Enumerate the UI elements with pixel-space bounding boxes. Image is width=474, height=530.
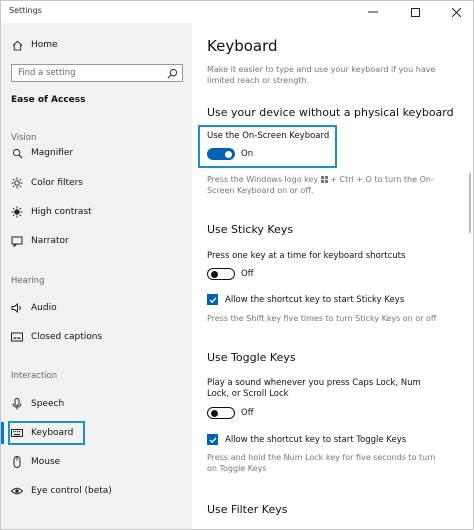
sidebar-item-label: Home	[31, 40, 58, 50]
page-intro: Make it easier to type and use your keyb…	[207, 65, 436, 85]
sidebar-item-label: Magnifier	[31, 148, 74, 158]
osk-desc-pre: Press the Windows logo key	[207, 175, 319, 184]
sidebar-item-closed-captions[interactable]: Closed captions	[1, 327, 192, 347]
settings-window: Settings Home Find a setting Ease of Acc…	[0, 0, 474, 530]
toggle-state: Off	[241, 408, 254, 418]
sidebar-item-label: Closed captions	[31, 332, 103, 342]
sticky-desc: Press the Shift key five times to turn S…	[207, 314, 437, 323]
high-contrast-icon	[11, 206, 23, 218]
toggle-keys-heading: Use Toggle Keys	[207, 351, 296, 364]
osk-shortcut-desc: Press the Windows logo key + Ctrl + O to…	[207, 175, 443, 196]
toggle-state: Off	[241, 269, 254, 279]
close-button[interactable]	[442, 2, 470, 22]
sidebar-item-color-filters[interactable]: Color filters	[1, 173, 192, 193]
toggle-keys-desc: Press and hold the Num Lock key for five…	[207, 453, 436, 473]
sticky-shortcut-checkbox[interactable]: Allow the shortcut key to start Sticky K…	[207, 294, 404, 305]
maximize-icon	[410, 7, 420, 17]
checkbox-label: Allow the shortcut key to start Sticky K…	[225, 294, 405, 305]
sidebar: Home Find a setting Ease of Access Visio…	[1, 23, 192, 529]
sidebar-item-label: High contrast	[31, 207, 92, 217]
toggle-knob	[210, 270, 218, 278]
title-bar: Settings	[1, 1, 473, 23]
narrator-icon	[11, 235, 23, 247]
toggle-keys-label: Play a sound whenever you press Caps Loc…	[207, 378, 421, 399]
osk-heading: Use your device without a physical keybo…	[207, 106, 454, 119]
magnifier-icon	[11, 147, 23, 159]
checkmark-icon	[209, 436, 216, 443]
sidebar-item-label: Keyboard	[31, 428, 74, 438]
speech-icon	[11, 398, 23, 410]
minimize-button[interactable]	[359, 2, 387, 22]
sticky-toggle[interactable]: Off	[207, 268, 254, 280]
checkmark-icon	[209, 296, 216, 303]
maximize-button[interactable]	[401, 2, 429, 22]
filter-keys-heading: Use Filter Keys	[207, 503, 288, 516]
toggle-keys-toggle[interactable]: Off	[207, 407, 254, 419]
scrollbar[interactable]	[469, 173, 471, 233]
sidebar-item-narrator[interactable]: Narrator	[1, 231, 192, 251]
mouse-icon	[11, 456, 23, 468]
eye-control-icon	[11, 485, 23, 497]
section-label-vision: Vision	[11, 133, 37, 143]
sidebar-item-label: Narrator	[31, 236, 69, 246]
sidebar-item-label: Color filters	[31, 178, 83, 188]
keyboard-icon	[11, 427, 23, 439]
search-placeholder: Find a setting	[18, 68, 76, 78]
sidebar-item-label: Mouse	[31, 457, 61, 467]
sidebar-item-keyboard[interactable]: Keyboard	[1, 423, 192, 443]
osk-label: Use the On-Screen Keyboard	[207, 131, 330, 141]
section-label-interaction: Interaction	[11, 371, 58, 381]
sidebar-item-high-contrast[interactable]: High contrast	[1, 202, 192, 222]
toggle-switch[interactable]	[207, 407, 235, 419]
osk-toggle[interactable]: On	[207, 148, 253, 160]
sidebar-item-audio[interactable]: Audio	[1, 298, 192, 318]
closed-captions-icon	[11, 331, 23, 343]
sidebar-item-label: Eye control (beta)	[31, 486, 112, 496]
sidebar-item-speech[interactable]: Speech	[1, 394, 192, 414]
checkbox-label: Allow the shortcut key to start Toggle K…	[225, 434, 407, 445]
section-label-hearing: Hearing	[11, 276, 45, 286]
window-title: Settings	[9, 6, 42, 15]
sidebar-item-home[interactable]: Home	[1, 35, 192, 55]
main-content: Keyboard Make it easier to type and use …	[192, 23, 473, 529]
checkbox[interactable]	[207, 294, 218, 305]
windows-logo-icon	[320, 176, 328, 183]
sidebar-item-eye-control[interactable]: Eye control (beta)	[1, 481, 192, 501]
toggle-knob	[210, 409, 218, 417]
sidebar-item-mouse[interactable]: Mouse	[1, 452, 192, 472]
category-heading: Ease of Access	[11, 95, 86, 105]
search-icon[interactable]	[165, 66, 179, 80]
toggle-knob	[225, 150, 232, 158]
sidebar-item-magnifier[interactable]: Magnifier	[1, 146, 192, 160]
color-filters-icon	[11, 177, 23, 189]
minimize-icon	[368, 11, 378, 13]
sticky-label: Press one key at a time for keyboard sho…	[207, 251, 406, 261]
audio-icon	[11, 302, 23, 314]
toggle-keys-shortcut-checkbox[interactable]: Allow the shortcut key to start Toggle K…	[207, 434, 406, 445]
sidebar-item-label: Audio	[31, 303, 57, 313]
sticky-heading: Use Sticky Keys	[207, 223, 294, 236]
toggle-switch[interactable]	[207, 148, 235, 160]
checkbox[interactable]	[207, 434, 218, 445]
home-icon	[11, 39, 23, 51]
sidebar-item-label: Speech	[31, 399, 65, 409]
toggle-state: On	[241, 149, 254, 159]
page-title: Keyboard	[207, 37, 278, 55]
close-icon	[451, 7, 461, 17]
toggle-switch[interactable]	[207, 268, 235, 280]
search-input[interactable]: Find a setting	[11, 64, 183, 82]
